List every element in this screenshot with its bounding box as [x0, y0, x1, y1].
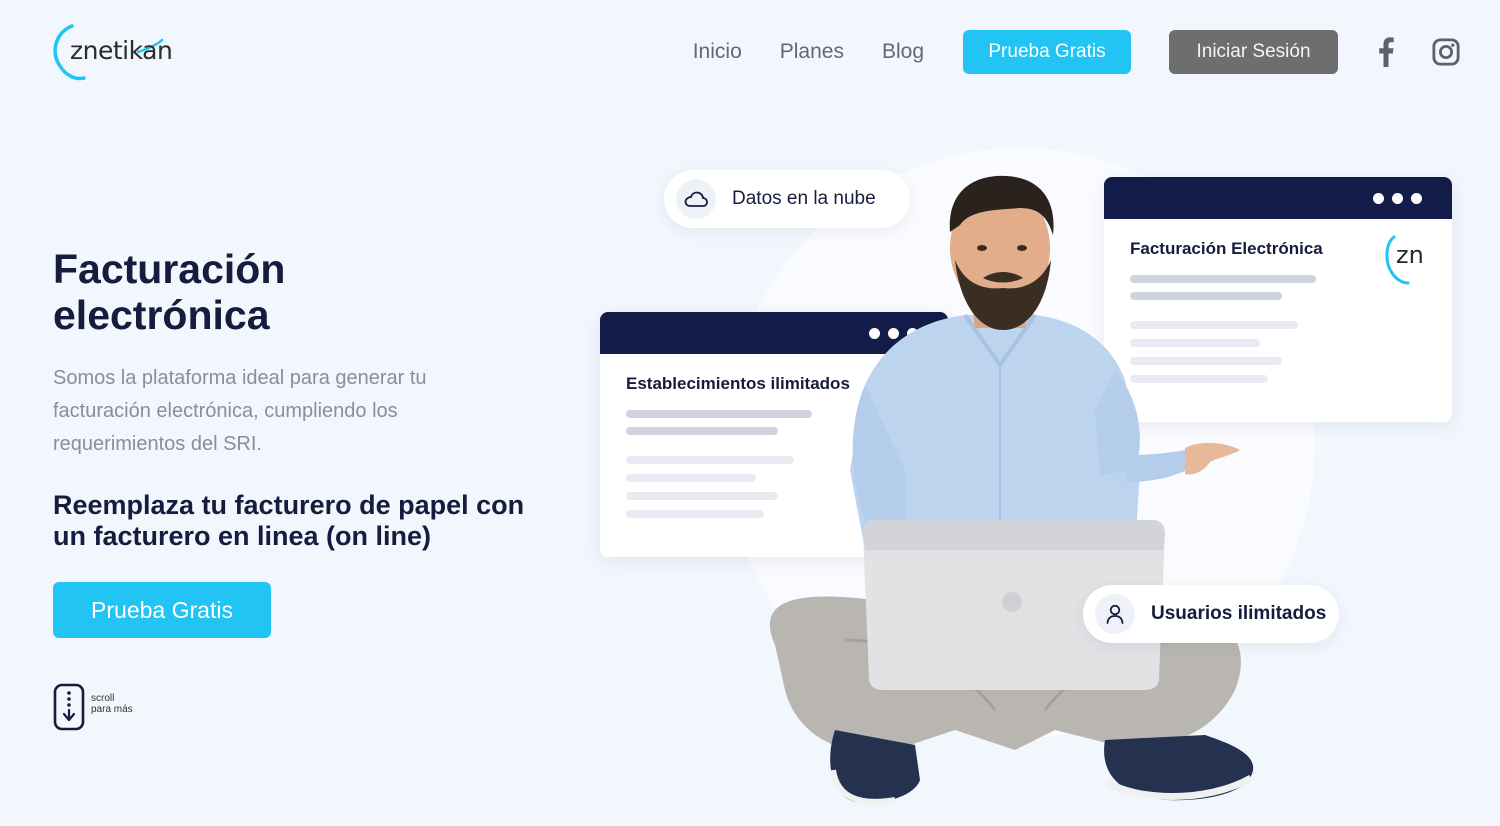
- nav-link-planes[interactable]: Planes: [780, 40, 844, 64]
- users-pill-label: Usuarios ilimitados: [1151, 603, 1327, 624]
- hero-title: Facturación electrónica: [53, 246, 286, 338]
- scroll-mouse-icon: [53, 683, 85, 731]
- person-with-laptop-illustration: [769, 175, 1254, 805]
- scroll-hint[interactable]: scroll para más: [53, 683, 133, 731]
- login-button[interactable]: Iniciar Sesión: [1169, 30, 1338, 74]
- instagram-icon[interactable]: [1432, 36, 1460, 68]
- logo-wordmark: znetikan: [70, 36, 173, 65]
- scroll-hint-line2: para más: [91, 704, 133, 715]
- trial-button-hero[interactable]: Prueba Gratis: [53, 582, 271, 638]
- trial-button-header[interactable]: Prueba Gratis: [963, 30, 1131, 74]
- cloud-icon: [676, 179, 716, 219]
- brand-logo[interactable]: znetikan: [50, 22, 173, 84]
- facebook-icon[interactable]: [1372, 36, 1400, 68]
- main-nav: Inicio Planes Blog Prueba Gratis Iniciar…: [693, 30, 1460, 74]
- hero-description: Somos la plataforma ideal para generar t…: [53, 367, 427, 455]
- nav-link-blog[interactable]: Blog: [882, 40, 924, 64]
- card-logo-icon: zn: [1384, 233, 1430, 289]
- scroll-hint-line1: scroll: [91, 693, 115, 704]
- hero-subtitle: Reemplaza tu facturero de papel con un f…: [53, 490, 525, 551]
- users-pill: Usuarios ilimitados: [1083, 585, 1339, 643]
- nav-link-inicio[interactable]: Inicio: [693, 40, 742, 64]
- user-icon: [1095, 594, 1135, 634]
